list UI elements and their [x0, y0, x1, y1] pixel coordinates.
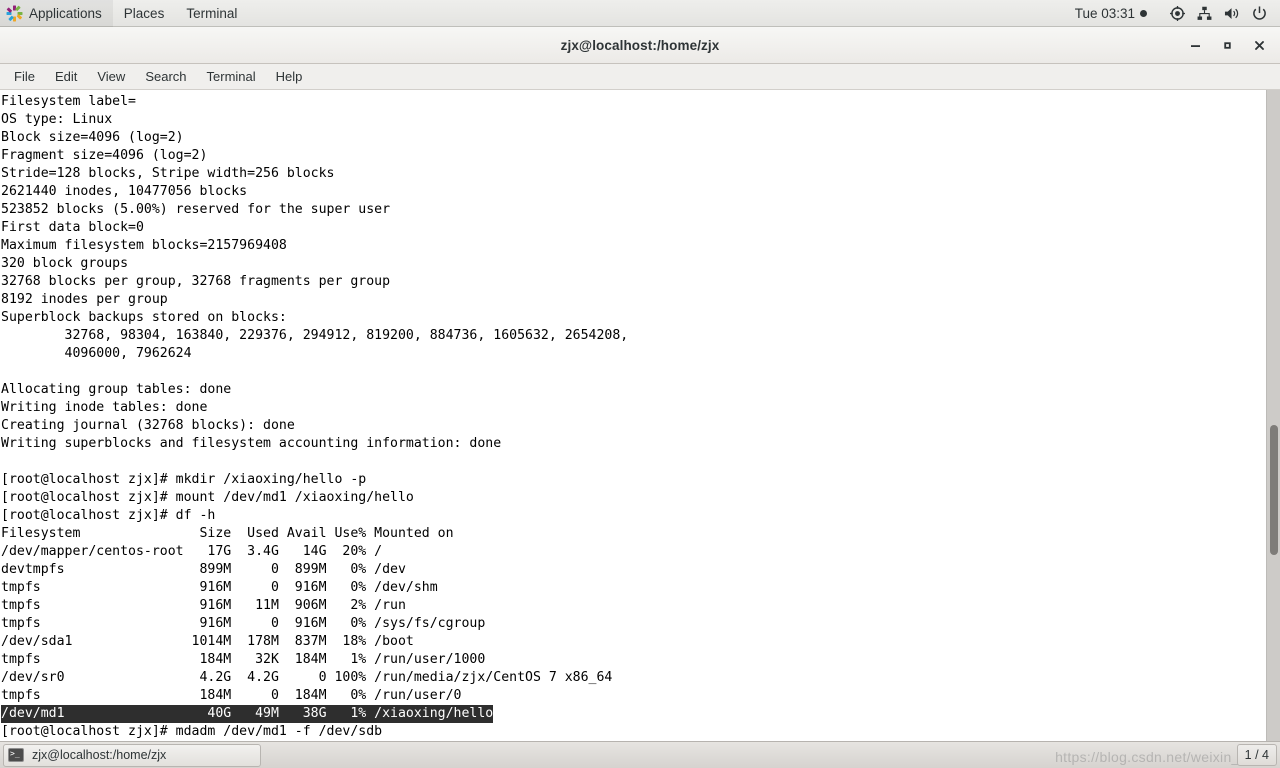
- maximize-icon[interactable]: [1214, 33, 1240, 59]
- terminal-line: 2621440 inodes, 10477056 blocks: [1, 184, 248, 199]
- terminal-line: 32768 blocks per group, 32768 fragments …: [1, 274, 391, 289]
- terminal-line: Superblock backups stored on blocks:: [1, 310, 287, 325]
- terminal-line: Block size=4096 (log=2): [1, 130, 184, 145]
- clock-menu[interactable]: Tue 03:31: [1065, 0, 1157, 27]
- terminal-line: 4096000, 7962624: [1, 346, 192, 361]
- places-menu-label: Places: [123, 5, 165, 21]
- workspace-switcher[interactable]: 1 / 4: [1236, 744, 1277, 766]
- top-bar-right-area: Tue 03:31: [1065, 0, 1280, 27]
- terminal-line: Creating journal (32768 blocks): done: [1, 418, 295, 433]
- terminal-line: tmpfs 916M 0 916M 0% /dev/shm: [1, 580, 438, 595]
- places-menu[interactable]: Places: [113, 0, 176, 27]
- terminal-line: /dev/sda1 1014M 178M 837M 18% /boot: [1, 634, 414, 649]
- terminal-line: /dev/sr0 4.2G 4.2G 0 100% /run/media/zjx…: [1, 670, 613, 685]
- terminal-line: 320 block groups: [1, 256, 129, 271]
- window-titlebar[interactable]: zjx@localhost:/home/zjx: [0, 27, 1280, 64]
- terminal-line: Fragment size=4096 (log=2): [1, 148, 208, 163]
- minimize-icon[interactable]: [1182, 33, 1208, 59]
- window-list-taskbar: zjx@localhost:/home/zjx https://blog.csd…: [0, 741, 1280, 768]
- terminal-line-selected-row: /dev/md1 40G 49M 38G 1% /xiaoxing/hello: [1, 705, 1266, 723]
- terminal-line-current-command: [root@localhost zjx]# mdadm /dev/md1 -f …: [1, 724, 383, 739]
- terminal-app-menu-label: Terminal: [186, 5, 238, 21]
- menu-item-edit[interactable]: Edit: [45, 66, 87, 87]
- desktop-screen: Applications Places Terminal Tue 03:31 z…: [0, 0, 1280, 768]
- terminal-line: Writing inode tables: done: [1, 400, 208, 415]
- terminal-icon: [8, 747, 24, 762]
- terminal-line: Allocating group tables: done: [1, 382, 232, 397]
- terminal-line: First data block=0: [1, 220, 144, 235]
- applications-pinwheel-icon: [6, 5, 23, 22]
- terminal-line: tmpfs 916M 11M 906M 2% /run: [1, 598, 406, 613]
- terminal-app-menu[interactable]: Terminal: [175, 0, 248, 27]
- terminal-line: tmpfs 184M 32K 184M 1% /run/user/1000: [1, 652, 486, 667]
- terminal-line: 8192 inodes per group: [1, 292, 168, 307]
- terminal-line: devtmpfs 899M 0 899M 0% /dev: [1, 562, 406, 577]
- terminal-line-selected: /dev/md1 40G 49M 38G 1% /xiaoxing/hello: [1, 705, 494, 723]
- taskbar-item-label: zjx@localhost:/home/zjx: [32, 748, 167, 762]
- terminal-window: zjx@localhost:/home/zjx File Edit View S…: [0, 27, 1280, 741]
- terminal-line: Maximum filesystem blocks=2157969408: [1, 238, 287, 253]
- window-controls: [1182, 27, 1272, 64]
- terminal-line: tmpfs 184M 0 184M 0% /run/user/0: [1, 688, 462, 703]
- applications-menu-label: Applications: [29, 5, 102, 21]
- terminal-menubar: File Edit View Search Terminal Help: [0, 64, 1280, 90]
- power-icon[interactable]: [1252, 5, 1267, 21]
- menu-item-view[interactable]: View: [87, 66, 135, 87]
- menu-item-terminal[interactable]: Terminal: [197, 66, 266, 87]
- terminal-line: /dev/mapper/centos-root 17G 3.4G 14G 20%…: [1, 544, 383, 559]
- terminal-line: OS type: Linux: [1, 112, 113, 127]
- volume-icon[interactable]: [1224, 6, 1240, 21]
- clock-label: Tue 03:31: [1074, 5, 1135, 21]
- terminal-line: 32768, 98304, 163840, 229376, 294912, 81…: [1, 328, 629, 343]
- terminal-line: [root@localhost zjx]# df -h: [1, 508, 216, 523]
- terminal-line: Stride=128 blocks, Stripe width=256 bloc…: [1, 166, 335, 181]
- terminal-line: Filesystem Size Used Avail Use% Mounted …: [1, 526, 454, 541]
- terminal-line: tmpfs 916M 0 916M 0% /sys/fs/cgroup: [1, 616, 486, 631]
- terminal-line: [root@localhost zjx]# mount /dev/md1 /xi…: [1, 490, 414, 505]
- terminal-body: Filesystem label= OS type: Linux Block siz…: [0, 90, 1280, 741]
- terminal-line: Filesystem label=: [1, 94, 136, 109]
- menu-item-help[interactable]: Help: [266, 66, 313, 87]
- terminal-output[interactable]: Filesystem label= OS type: Linux Block siz…: [0, 90, 1266, 741]
- window-title: zjx@localhost:/home/zjx: [560, 37, 720, 53]
- scrollbar-thumb[interactable]: [1270, 425, 1278, 555]
- terminal-line: 523852 blocks (5.00%) reserved for the s…: [1, 202, 391, 217]
- terminal-line: [root@localhost zjx]# mkdir /xiaoxing/he…: [1, 472, 367, 487]
- menu-item-search[interactable]: Search: [135, 66, 196, 87]
- system-status-menu[interactable]: [1157, 0, 1280, 27]
- recording-indicator-icon: [1140, 9, 1147, 17]
- gnome-top-bar: Applications Places Terminal Tue 03:31: [0, 0, 1280, 27]
- terminal-scrollbar[interactable]: [1266, 90, 1280, 741]
- menu-item-file[interactable]: File: [4, 66, 45, 87]
- network-icon[interactable]: [1197, 6, 1212, 21]
- taskbar-item-terminal[interactable]: zjx@localhost:/home/zjx: [3, 743, 261, 767]
- close-icon[interactable]: [1246, 33, 1272, 59]
- terminal-line: Writing superblocks and filesystem accou…: [1, 436, 502, 451]
- location-icon[interactable]: [1170, 5, 1185, 21]
- applications-menu[interactable]: Applications: [0, 0, 113, 27]
